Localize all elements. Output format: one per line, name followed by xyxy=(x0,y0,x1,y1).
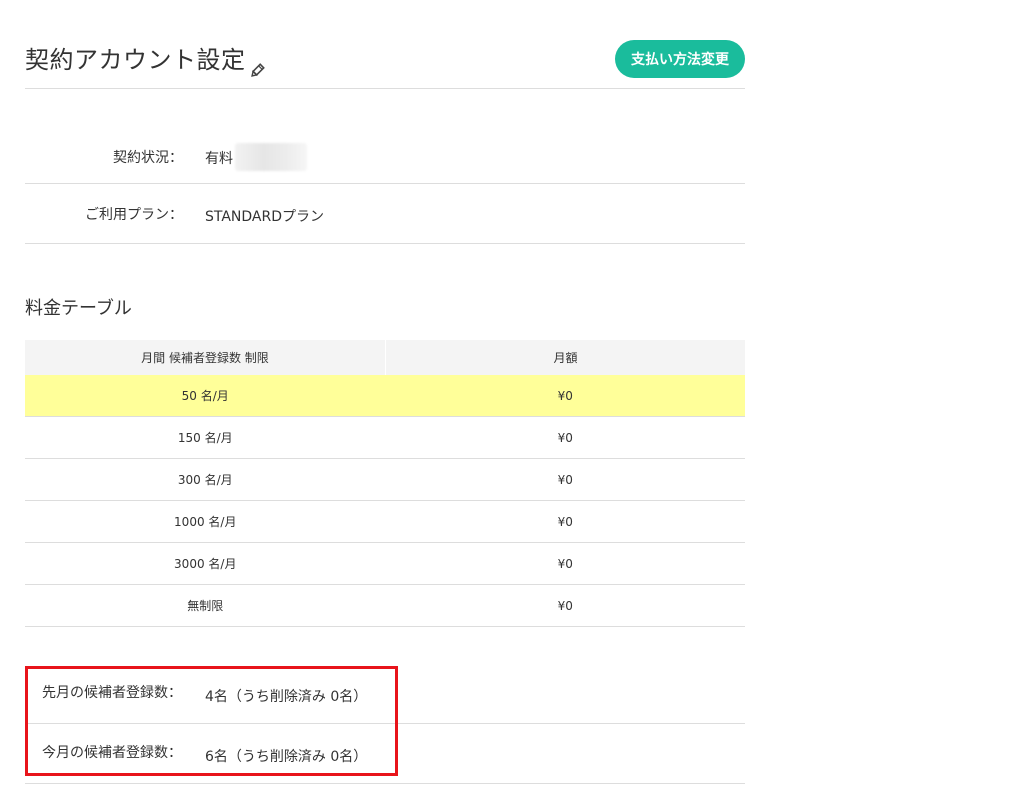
contract-status-label: 契約状況： xyxy=(113,150,183,166)
column-header-price: 月額 xyxy=(385,340,745,375)
plan-label: ご利用プラン： xyxy=(85,207,183,223)
redacted-area xyxy=(235,143,307,171)
this-month-stat-row: 今月の候補者登録数： 6名（うち削除済み 0名） xyxy=(25,724,745,784)
table-row: 3000 名/月 ¥0 xyxy=(25,542,745,585)
table-header-row: 月間 候補者登録数 制限 月額 xyxy=(25,340,745,375)
pricing-section-title: 料金テーブル xyxy=(25,298,132,319)
row-price: ¥0 xyxy=(385,542,745,585)
page-title-text: 契約アカウント設定 xyxy=(25,46,246,74)
this-month-label: 今月の候補者登録数： xyxy=(42,745,182,761)
row-price: ¥0 xyxy=(385,584,745,627)
contract-status-value-wrap: 有料 xyxy=(205,143,307,171)
table-row: 50 名/月 ¥0 xyxy=(25,375,745,417)
row-price: ¥0 xyxy=(385,500,745,543)
page-header: 契約アカウント設定 支払い方法変更 xyxy=(25,0,745,89)
registration-stats: 先月の候補者登録数： 4名（うち削除済み 0名） 今月の候補者登録数： 6名（う… xyxy=(25,664,745,784)
table-row: 300 名/月 ¥0 xyxy=(25,458,745,501)
content-container: 契約アカウント設定 支払い方法変更 契約状況： 有料 ご利用プラン： STAND… xyxy=(25,0,745,784)
row-price: ¥0 xyxy=(385,458,745,501)
page-title: 契約アカウント設定 xyxy=(25,40,265,80)
row-price: ¥0 xyxy=(385,416,745,459)
plan-value: STANDARDプラン xyxy=(205,209,325,225)
row-limit: 無制限 xyxy=(25,584,386,627)
table-row: 1000 名/月 ¥0 xyxy=(25,500,745,543)
table-row: 無制限 ¥0 xyxy=(25,584,745,627)
row-limit: 1000 名/月 xyxy=(25,500,386,543)
contract-status-value: 有料 xyxy=(205,151,233,167)
row-price: ¥0 xyxy=(385,375,745,417)
row-limit: 3000 名/月 xyxy=(25,542,386,585)
row-limit: 300 名/月 xyxy=(25,458,386,501)
table-row: 150 名/月 ¥0 xyxy=(25,416,745,459)
this-month-value: 6名（うち削除済み 0名） xyxy=(205,749,368,765)
column-header-limit: 月間 候補者登録数 制限 xyxy=(25,340,386,375)
plan-row: ご利用プラン： STANDARDプラン xyxy=(25,184,745,244)
pricing-table: 月間 候補者登録数 制限 月額 50 名/月 ¥0 150 名/月 ¥0 300… xyxy=(25,340,745,627)
last-month-value: 4名（うち削除済み 0名） xyxy=(205,689,368,705)
last-month-label: 先月の候補者登録数： xyxy=(42,685,182,701)
contract-status-row: 契約状況： 有料 xyxy=(25,89,745,184)
row-limit: 150 名/月 xyxy=(25,416,386,459)
last-month-stat-row: 先月の候補者登録数： 4名（うち削除済み 0名） xyxy=(25,664,745,724)
row-limit: 50 名/月 xyxy=(25,375,386,417)
change-payment-method-button[interactable]: 支払い方法変更 xyxy=(615,40,745,78)
pencil-icon[interactable] xyxy=(249,51,265,77)
contract-settings-page: 契約アカウント設定 支払い方法変更 契約状況： 有料 ご利用プラン： STAND… xyxy=(0,0,1022,788)
